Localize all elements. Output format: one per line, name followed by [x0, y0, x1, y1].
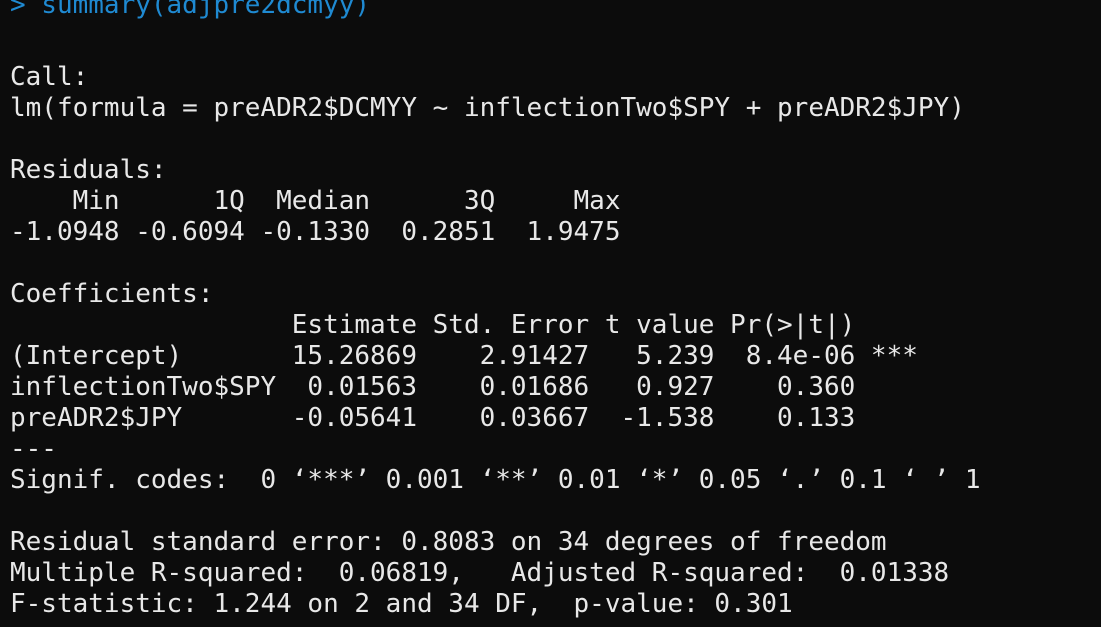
- coefficient-row-spy: inflectionTwo$SPY 0.01563 0.01686 0.927 …: [10, 372, 918, 402]
- residuals-labels: Min 1Q Median 3Q Max: [10, 186, 637, 216]
- signif-codes: Signif. codes: 0 ‘***’ 0.001 ‘**’ 0.01 ‘…: [10, 465, 981, 495]
- coefficient-row-intercept: (Intercept) 15.26869 2.91427 5.239 8.4e-…: [10, 341, 918, 371]
- r-squared-line: Multiple R-squared: 0.06819, Adjusted R-…: [10, 558, 965, 588]
- coefficients-table-header: Estimate Std. Error t value Pr(>|t|): [10, 310, 918, 340]
- residuals-values: -1.0948 -0.6094 -0.1330 0.2851 1.9475: [10, 217, 637, 247]
- call-formula: lm(formula = preADR2$DCMYY ~ inflectionT…: [10, 93, 965, 123]
- call-header: Call:: [10, 62, 89, 92]
- separator-line: ---: [10, 434, 57, 464]
- residuals-header: Residuals:: [10, 155, 167, 185]
- console-command: > summary(adjpre2dcmyy): [10, 0, 371, 20]
- residual-standard-error: Residual standard error: 0.8083 on 34 de…: [10, 527, 887, 557]
- coefficients-header: Coefficients:: [10, 279, 214, 309]
- coefficient-row-jpy: preADR2$JPY -0.05641 0.03667 -1.538 0.13…: [10, 403, 918, 433]
- r-console-output[interactable]: > summary(adjpre2dcmyy) Call: lm(formula…: [0, 0, 1101, 627]
- f-statistic-line: F-statistic: 1.244 on 2 and 34 DF, p-val…: [10, 589, 793, 619]
